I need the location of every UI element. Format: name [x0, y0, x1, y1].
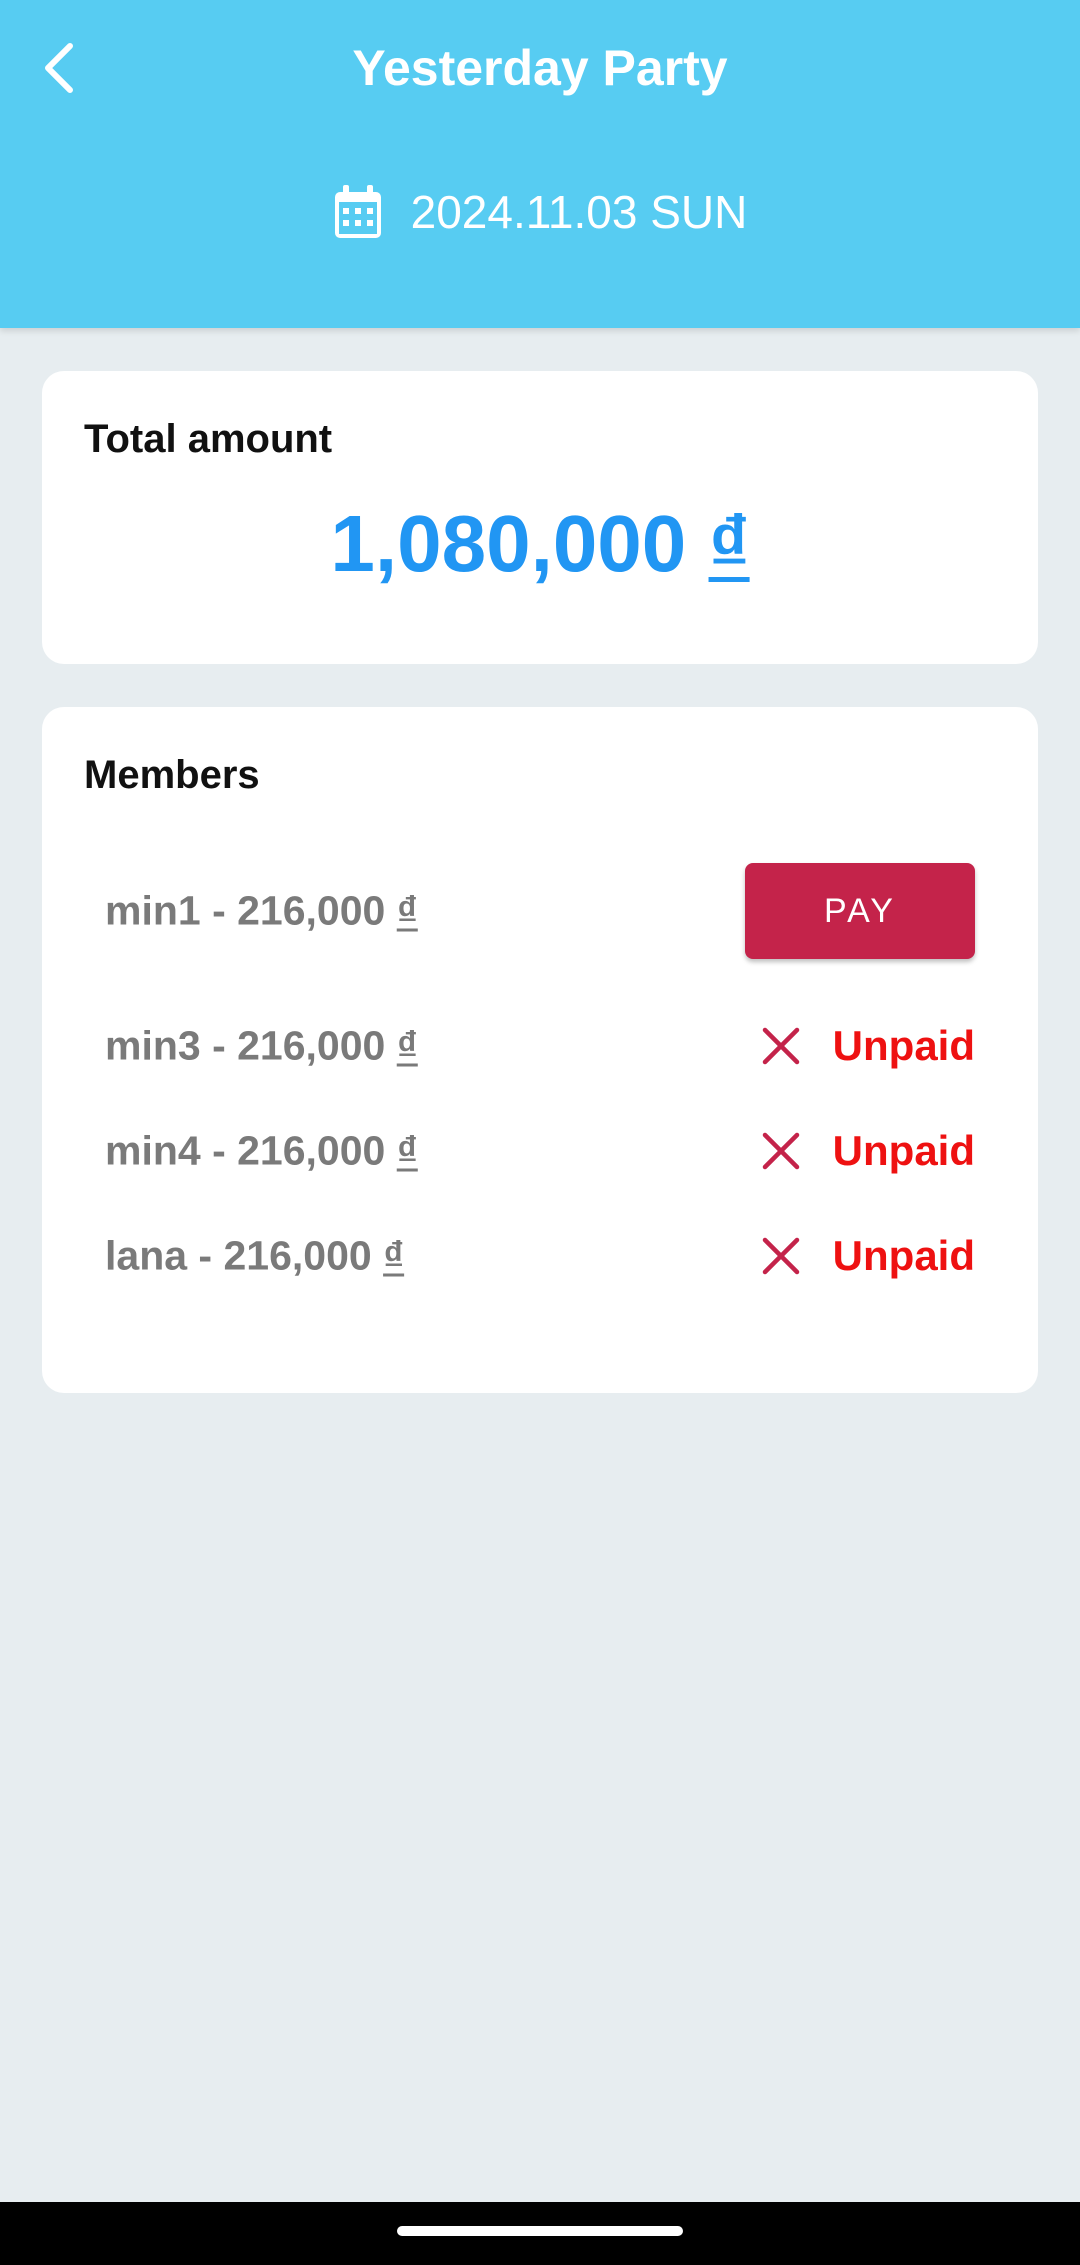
payment-status: Unpaid	[761, 1022, 975, 1070]
pay-button[interactable]: PAY	[745, 863, 975, 959]
member-row-min4: min4 - 216,000 ₫ Unpaid	[105, 1103, 975, 1199]
member-name-amount: min4 - 216,000	[105, 1127, 397, 1174]
members-card: Members min1 - 216,000 ₫ PAY min3 - 216,…	[42, 707, 1038, 1393]
total-amount-heading: Total amount	[84, 417, 333, 461]
date-display: 2024.11.03 SUN	[0, 182, 1080, 242]
total-amount-number: 1,080,000	[330, 499, 687, 588]
unpaid-status-text: Unpaid	[832, 1022, 975, 1069]
unpaid-status-text: Unpaid	[832, 1232, 975, 1279]
member-currency-symbol: ₫	[383, 1232, 405, 1279]
member-label: min3 - 216,000 ₫	[105, 1023, 418, 1070]
app-header: Yesterday Party 2024.11.03 SUN	[0, 0, 1080, 328]
calendar-icon	[334, 185, 381, 238]
page-title: Yesterday Party	[352, 40, 728, 96]
member-currency-symbol: ₫	[396, 1022, 418, 1069]
close-icon	[762, 1132, 799, 1170]
member-label: min4 - 216,000 ₫	[105, 1128, 418, 1175]
member-currency-symbol: ₫	[396, 1127, 418, 1174]
total-amount-value: 1,080,000 ₫	[42, 499, 1038, 589]
close-icon	[762, 1237, 799, 1275]
member-name-amount: min1 - 216,000	[105, 887, 397, 934]
close-icon	[762, 1027, 799, 1065]
member-row-min1: min1 - 216,000 ₫ PAY	[105, 863, 975, 959]
member-row-min3: min3 - 216,000 ₫ Unpaid	[105, 998, 975, 1094]
unpaid-status-text: Unpaid	[832, 1127, 975, 1174]
members-heading: Members	[84, 753, 260, 797]
event-date: 2024.11.03 SUN	[410, 186, 748, 238]
member-row-lana: lana - 216,000 ₫ Unpaid	[105, 1208, 975, 1304]
member-label: lana - 216,000 ₫	[105, 1233, 404, 1280]
total-amount-card: Total amount 1,080,000 ₫	[42, 371, 1038, 664]
member-currency-symbol: ₫	[396, 887, 418, 934]
total-currency-symbol: ₫	[708, 499, 750, 588]
member-name-amount: min3 - 216,000	[105, 1022, 397, 1069]
member-label: min1 - 216,000 ₫	[105, 888, 418, 935]
member-name-amount: lana - 216,000	[105, 1232, 384, 1279]
payment-status: Unpaid	[761, 1127, 975, 1175]
payment-status: Unpaid	[761, 1232, 975, 1280]
system-nav-bar	[0, 2202, 1080, 2265]
home-indicator[interactable]	[397, 2226, 683, 2236]
